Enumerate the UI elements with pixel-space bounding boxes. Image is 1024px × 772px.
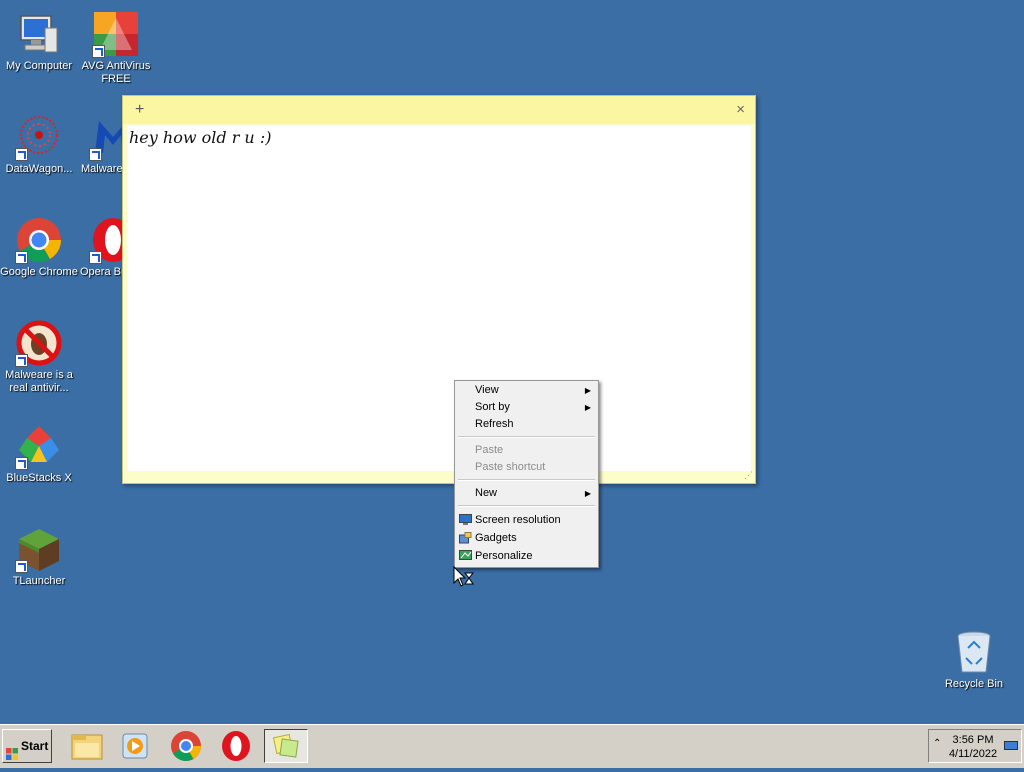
opera-icon xyxy=(214,731,258,766)
shortcut-arrow-icon xyxy=(15,148,28,161)
menu-item-paste[interactable]: Paste xyxy=(455,442,598,459)
resize-grip-icon[interactable]: ⋰ xyxy=(744,470,753,481)
taskbar-sticky-notes[interactable] xyxy=(264,729,308,763)
desktop-icon-avg[interactable]: AVG AntiVirus FREE xyxy=(77,6,155,86)
desktop-icon-label: My Computer xyxy=(5,60,73,72)
desktop-icon-label: TLauncher xyxy=(12,575,66,587)
chrome-icon xyxy=(15,216,63,264)
desktop-icon-tlauncher[interactable]: TLauncher xyxy=(0,521,78,588)
sticky-note-body[interactable]: hey how old r u :) xyxy=(127,126,751,471)
menu-item-view[interactable]: View ▶ xyxy=(455,382,598,399)
desktop-icon-label: Google Chrome xyxy=(0,266,78,278)
clock-date: 4/11/2022 xyxy=(948,748,998,760)
shortcut-arrow-icon xyxy=(89,148,102,161)
shortcut-arrow-icon xyxy=(15,251,28,264)
show-hidden-icons-icon[interactable]: ⌃ xyxy=(933,738,941,749)
sticky-note-text[interactable]: hey how old r u :) xyxy=(129,128,271,147)
shortcut-arrow-icon xyxy=(89,251,102,264)
clock[interactable]: 3:56 PM 4/11/2022 xyxy=(947,733,999,761)
taskbar-file-explorer[interactable] xyxy=(65,729,109,763)
add-note-button[interactable]: + xyxy=(135,101,144,119)
desktop-icon-label: Malware... xyxy=(81,163,125,175)
menu-item-screen-resolution[interactable]: Screen resolution xyxy=(455,512,598,529)
start-button[interactable]: Start xyxy=(2,729,52,763)
grass-block-icon xyxy=(15,525,63,573)
sticky-note-titlebar[interactable]: + × xyxy=(123,96,755,124)
desktop-icon-malwarebytes[interactable]: Malware... xyxy=(77,109,125,176)
desktop-icon-recycle-bin[interactable]: Recycle Bin xyxy=(935,624,1013,691)
desktop-icon-my-computer[interactable]: My Computer xyxy=(0,6,78,73)
menu-item-refresh[interactable]: Refresh xyxy=(455,416,598,433)
media-player-icon xyxy=(114,733,158,766)
menu-item-paste-shortcut[interactable]: Paste shortcut xyxy=(455,459,598,476)
desktop-icon-label: BlueStacks X xyxy=(6,472,72,484)
menu-separator xyxy=(458,505,595,507)
submenu-arrow-icon: ▶ xyxy=(584,403,591,412)
submenu-arrow-icon: ▶ xyxy=(584,386,591,395)
menu-item-label: Paste xyxy=(475,444,504,456)
desktop-icon-malweare[interactable]: Malweare is a real antivir... xyxy=(0,315,78,395)
desktop-icon-label: DataWagon... xyxy=(5,163,73,175)
shortcut-arrow-icon xyxy=(92,45,105,58)
chrome-icon xyxy=(164,731,208,766)
menu-item-gadgets[interactable]: Gadgets xyxy=(455,530,598,547)
menu-item-label: View xyxy=(475,384,499,396)
menu-item-label: Personalize xyxy=(475,550,533,562)
recycle-bin-icon xyxy=(950,628,998,676)
personalize-icon xyxy=(459,550,472,562)
menu-item-label: Sort by xyxy=(475,401,510,413)
monitor-icon xyxy=(459,514,472,526)
menu-item-label: Gadgets xyxy=(475,532,517,544)
menu-separator xyxy=(458,436,595,438)
menu-item-label: New xyxy=(475,487,498,499)
computer-icon xyxy=(15,10,63,58)
file-explorer-icon xyxy=(65,734,109,766)
sticky-note-window[interactable]: + × hey how old r u :) ⋰ xyxy=(122,95,756,484)
desktop-icon-label: Opera Br... xyxy=(80,266,123,278)
system-tray: ⌃ 3:56 PM 4/11/2022 xyxy=(928,729,1022,763)
clock-time: 3:56 PM xyxy=(952,734,994,746)
network-icon[interactable] xyxy=(1004,741,1018,751)
desktop-context-menu: View ▶ Sort by ▶ Refresh Paste Paste sho… xyxy=(454,380,599,568)
desktop-icon-label: Malweare is a real antivir... xyxy=(5,369,73,394)
datawagon-icon xyxy=(15,113,63,161)
submenu-arrow-icon: ▶ xyxy=(584,489,591,498)
shortcut-arrow-icon xyxy=(15,457,28,470)
close-note-button[interactable]: × xyxy=(736,101,745,118)
menu-item-label: Paste shortcut xyxy=(475,461,546,473)
shortcut-arrow-icon xyxy=(15,560,28,573)
no-bug-icon xyxy=(15,319,63,367)
desktop-icon-datawagon[interactable]: DataWagon... xyxy=(0,109,78,176)
taskbar: Start ⌃ 3:56 PM 4/11/2022 xyxy=(0,724,1024,768)
desktop-icon-chrome[interactable]: Google Chrome xyxy=(0,212,78,279)
taskbar-media-player[interactable] xyxy=(114,729,158,763)
menu-item-label: Screen resolution xyxy=(475,514,561,526)
sticky-notes-icon xyxy=(265,733,307,765)
desktop-icon-label: Recycle Bin xyxy=(944,678,1004,690)
menu-item-sort-by[interactable]: Sort by ▶ xyxy=(455,399,598,416)
taskbar-chrome[interactable] xyxy=(164,729,208,763)
bluestacks-icon xyxy=(15,422,63,470)
menu-separator xyxy=(458,479,595,481)
menu-item-new[interactable]: New ▶ xyxy=(455,485,598,502)
opera-icon xyxy=(89,216,123,264)
desktop-icon-bluestacks[interactable]: BlueStacks X xyxy=(0,418,78,485)
windows-flag-icon xyxy=(6,740,18,760)
malwarebytes-icon xyxy=(89,113,125,161)
start-label: Start xyxy=(21,739,49,753)
desktop-icon-label: AVG AntiVirus FREE xyxy=(81,60,151,85)
busy-cursor-icon xyxy=(453,565,477,590)
avg-antivirus-icon xyxy=(92,10,140,58)
menu-item-personalize[interactable]: Personalize xyxy=(455,548,598,565)
gadgets-icon xyxy=(459,532,472,544)
taskbar-opera[interactable] xyxy=(214,729,258,763)
menu-item-label: Refresh xyxy=(475,418,514,430)
desktop-icon-opera[interactable]: Opera Br... xyxy=(77,212,123,279)
shortcut-arrow-icon xyxy=(15,354,28,367)
